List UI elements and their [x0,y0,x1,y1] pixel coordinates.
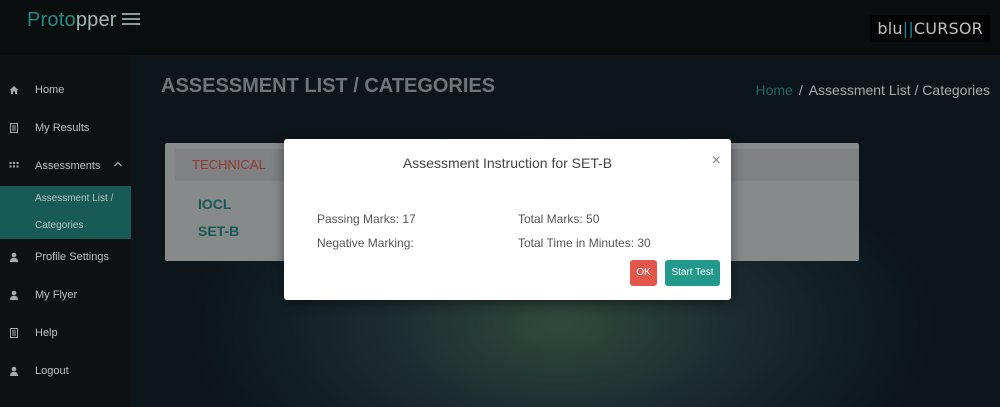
total-marks: Total Marks: 50 [518,212,600,226]
start-test-button[interactable]: Start Test [665,260,720,286]
negative-marking: Negative Marking: [317,236,414,250]
modal-title: Assessment Instruction for SET-B [402,155,613,171]
total-time: Total Time in Minutes: 30 [518,236,651,250]
close-icon[interactable]: × [712,152,721,170]
assessment-instruction-modal: Assessment Instruction for SET-B × Passi… [284,139,731,300]
ok-button[interactable]: OK [630,260,657,286]
passing-marks: Passing Marks: 17 [317,212,416,226]
